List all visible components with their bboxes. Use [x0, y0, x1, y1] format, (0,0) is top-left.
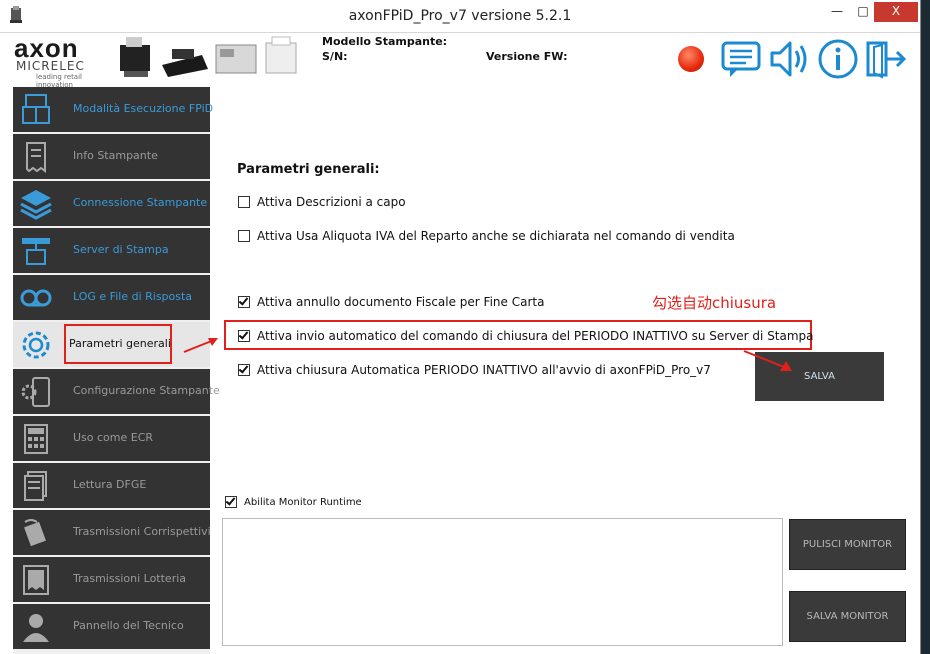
- checkbox[interactable]: [238, 330, 250, 342]
- model-label: Modello Stampante:: [322, 35, 448, 48]
- close-button[interactable]: X: [874, 2, 918, 22]
- runtime-monitor[interactable]: [222, 518, 783, 646]
- sidebar-item-dfge[interactable]: Lettura DFGE: [13, 463, 210, 508]
- status-led: [678, 46, 704, 72]
- device-gear-icon: [21, 377, 50, 407]
- transmission-icon: [24, 519, 46, 547]
- chat-icon[interactable]: [720, 37, 764, 81]
- fw-label: Versione FW:: [486, 50, 568, 63]
- desktop-background: [921, 0, 930, 654]
- tape-icon: [20, 289, 52, 307]
- layers-icon: [20, 190, 52, 220]
- clear-monitor-button[interactable]: PULISCI MONITOR: [789, 519, 906, 570]
- option-descrizioni-a-capo[interactable]: Attiva Descrizioni a capo: [238, 195, 406, 209]
- sidebar: Modalità Esecuzione FPiD Info Stampante …: [13, 87, 220, 654]
- sidebar-item-tecnico[interactable]: Pannello del Tecnico: [13, 604, 210, 649]
- print-server-icon: [22, 238, 50, 265]
- checkbox[interactable]: [238, 196, 250, 208]
- calculator-icon: [24, 424, 48, 454]
- option-invio-chiusura-automatico[interactable]: Attiva invio automatico del comando di c…: [238, 329, 814, 343]
- gear-icon: [22, 331, 50, 359]
- axon-logo: axon MICRELEC leading retail innovation: [14, 33, 85, 89]
- checkbox[interactable]: [238, 364, 250, 376]
- option-chiusura-avvio[interactable]: Attiva chiusura Automatica PERIODO INATT…: [238, 363, 711, 377]
- speaker-icon[interactable]: [768, 37, 812, 81]
- sidebar-item-connessione[interactable]: Connessione Stampante: [13, 181, 210, 226]
- annotation-arrow-save: [743, 350, 792, 371]
- section-title: Parametri generali:: [237, 162, 380, 177]
- checkbox[interactable]: [225, 496, 237, 508]
- sidebar-item-server[interactable]: Server di Stampa: [13, 228, 210, 273]
- window-title: axonFPiD_Pro_v7 versione 5.2.1: [348, 8, 572, 24]
- receipt-icon: [26, 142, 46, 173]
- sidebar-item-modalita[interactable]: Modalità Esecuzione FPiD: [13, 87, 213, 132]
- save-monitor-button[interactable]: SALVA MONITOR: [789, 591, 906, 642]
- sidebar-item-ecr[interactable]: Uso come ECR: [13, 416, 210, 461]
- minimize-button[interactable]: —: [824, 2, 850, 22]
- header: axon MICRELEC leading retail innovation …: [10, 33, 920, 89]
- monitor-toggle[interactable]: Abilita Monitor Runtime: [225, 496, 362, 508]
- sn-label: S/N:: [322, 50, 348, 63]
- info-icon[interactable]: [816, 37, 860, 81]
- sidebar-item-info-stampante[interactable]: Info Stampante: [13, 134, 210, 179]
- annotation-arrow-left: [183, 338, 218, 353]
- checkbox[interactable]: [238, 296, 250, 308]
- app-window: axonFPiD_Pro_v7 versione 5.2.1 — □ X axo…: [0, 0, 921, 654]
- checkbox[interactable]: [238, 230, 250, 242]
- technician-icon: [23, 614, 49, 642]
- exit-icon[interactable]: [864, 37, 908, 81]
- documents-icon: [24, 471, 47, 501]
- sidebar-item-corrispettivi[interactable]: Trasmissioni Corrispettivi: [13, 510, 211, 555]
- option-aliquota-iva[interactable]: Attiva Usa Aliquota IVA del Reparto anch…: [238, 229, 735, 243]
- sidebar-item-lotteria[interactable]: Trasmissioni Lotteria: [13, 557, 210, 602]
- lottery-receipt-icon: [23, 565, 49, 595]
- annotation-box-sidebar: [64, 324, 172, 364]
- sidebar-item-log[interactable]: LOG e File di Risposta: [13, 275, 210, 320]
- maximize-button[interactable]: □: [850, 2, 876, 22]
- pos-terminal-icon: [22, 94, 50, 124]
- title-bar: axonFPiD_Pro_v7 versione 5.2.1 — □ X: [0, 0, 920, 33]
- sidebar-item-configurazione[interactable]: Configurazione Stampante: [13, 369, 220, 414]
- annotation-text: 勾选自动chiusura: [652, 294, 777, 312]
- printers-image: [120, 36, 297, 77]
- option-annullo-fine-carta[interactable]: Attiva annullo documento Fiscale per Fin…: [238, 295, 544, 309]
